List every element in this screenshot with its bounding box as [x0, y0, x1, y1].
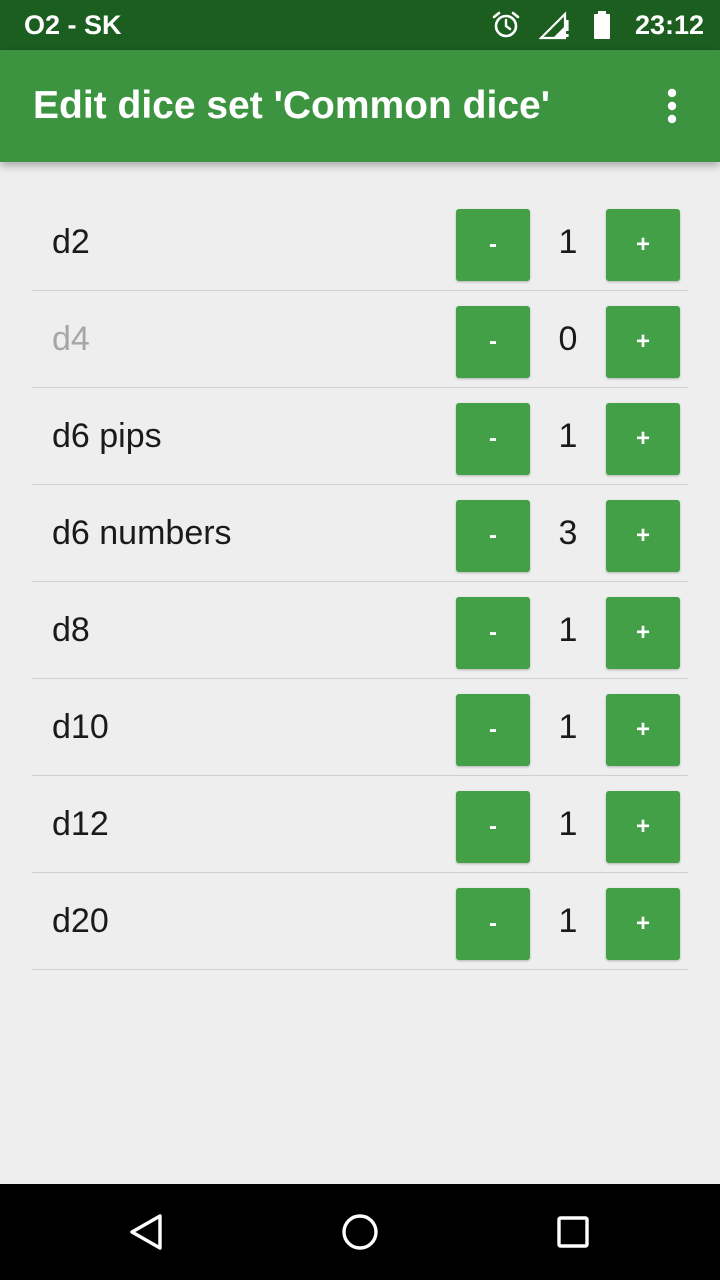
- page-title: Edit dice set 'Common dice': [33, 84, 550, 127]
- dice-count: 1: [558, 804, 578, 843]
- signal-icon: [538, 11, 569, 40]
- recents-icon: [557, 1216, 590, 1248]
- decrement-button[interactable]: -: [456, 791, 530, 863]
- dice-row-d6-pips: d6 pips - 1 +: [32, 388, 688, 485]
- dice-count: 1: [558, 416, 578, 455]
- decrement-button[interactable]: -: [456, 500, 530, 572]
- home-icon: [342, 1214, 378, 1250]
- dice-name: d4: [52, 319, 90, 358]
- dice-name: d8: [52, 610, 90, 649]
- dice-name: d6 numbers: [52, 513, 232, 552]
- decrement-button[interactable]: -: [456, 306, 530, 378]
- increment-button[interactable]: +: [606, 209, 680, 281]
- dice-name: d2: [52, 222, 90, 261]
- dice-row-d4: d4 - 0 +: [32, 291, 688, 388]
- dice-name: d20: [52, 901, 109, 940]
- increment-button[interactable]: +: [606, 403, 680, 475]
- navigation-bar: [0, 1184, 720, 1280]
- increment-button[interactable]: +: [606, 500, 680, 572]
- increment-button[interactable]: +: [606, 306, 680, 378]
- dice-row-d10: d10 - 1 +: [32, 679, 688, 776]
- dice-row-d8: d8 - 1 +: [32, 582, 688, 679]
- status-bar: O2 - SK 23:12: [0, 0, 720, 50]
- decrement-button[interactable]: -: [456, 694, 530, 766]
- dice-row-d2: d2 - 1 +: [32, 194, 688, 291]
- dice-name: d6 pips: [52, 416, 162, 455]
- dice-count: 1: [558, 707, 578, 746]
- increment-button[interactable]: +: [606, 694, 680, 766]
- overflow-menu-button[interactable]: [648, 74, 696, 138]
- decrement-button[interactable]: -: [456, 403, 530, 475]
- increment-button[interactable]: +: [606, 791, 680, 863]
- decrement-button[interactable]: -: [456, 597, 530, 669]
- dice-list: d2 - 1 + d4 - 0 + d6 pips - 1 + d6 numbe…: [32, 194, 688, 970]
- more-vert-icon: [667, 88, 677, 124]
- decrement-button[interactable]: -: [456, 888, 530, 960]
- recents-button[interactable]: [533, 1192, 613, 1272]
- status-icons: 23:12: [491, 10, 704, 41]
- back-button[interactable]: [107, 1192, 187, 1272]
- dice-count: 1: [558, 222, 578, 261]
- dice-count: 1: [558, 901, 578, 940]
- battery-icon: [593, 11, 610, 39]
- home-button[interactable]: [320, 1192, 400, 1272]
- app-bar: Edit dice set 'Common dice': [0, 50, 720, 162]
- increment-button[interactable]: +: [606, 597, 680, 669]
- dice-row-d6-numbers: d6 numbers - 3 +: [32, 485, 688, 582]
- back-icon: [129, 1214, 162, 1250]
- dice-row-d12: d12 - 1 +: [32, 776, 688, 873]
- dice-count: 0: [558, 319, 578, 358]
- alarm-icon: [492, 11, 520, 38]
- decrement-button[interactable]: -: [456, 209, 530, 281]
- increment-button[interactable]: +: [606, 888, 680, 960]
- status-time: 23:12: [634, 9, 704, 40]
- dice-name: d10: [52, 707, 109, 746]
- carrier-label: O2 - SK: [24, 9, 122, 40]
- dice-count: 3: [558, 513, 578, 552]
- dice-name: d12: [52, 804, 109, 843]
- dice-count: 1: [558, 610, 578, 649]
- dice-row-d20: d20 - 1 +: [32, 873, 688, 970]
